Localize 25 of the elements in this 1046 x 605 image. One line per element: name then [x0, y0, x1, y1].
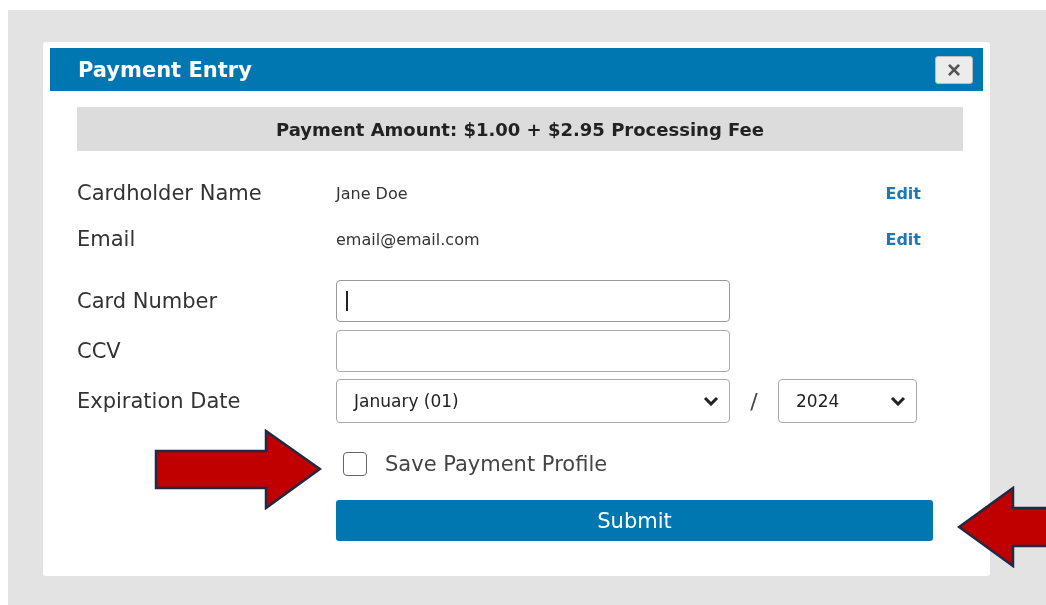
arrow-left-icon — [957, 486, 1046, 568]
year-select[interactable]: 2024 — [778, 379, 917, 423]
month-select[interactable]: January (01) — [336, 379, 730, 423]
text-cursor — [346, 291, 348, 311]
edit-link[interactable]: Edit — [885, 229, 921, 249]
submit-button[interactable]: Submit — [336, 500, 933, 541]
close-button[interactable]: × — [935, 55, 973, 84]
payment-amount-banner: Payment Amount: $1.00 + $2.95 Processing Fee — [77, 107, 963, 151]
field-label: CCV — [77, 339, 122, 363]
field-value: Jane Doe — [336, 183, 409, 203]
arrow-right-icon — [154, 429, 322, 510]
dialog-title: Payment Entry — [78, 57, 252, 82]
field-value: email@email.com — [336, 229, 481, 249]
chevron-down-icon — [703, 396, 719, 406]
field-label: Card Number — [77, 289, 219, 313]
checkbox-label: Save Payment Profile — [385, 452, 608, 476]
chevron-down-icon — [890, 396, 906, 406]
date-separator: / — [749, 388, 759, 414]
edit-link[interactable]: Edit — [885, 183, 921, 203]
field-label: Cardholder Name — [77, 181, 263, 205]
card-number-field[interactable] — [336, 280, 730, 322]
ccv-field[interactable] — [336, 330, 730, 372]
field-label: Expiration Date — [77, 389, 242, 413]
field-label: Email — [77, 227, 137, 251]
save-profile-checkbox[interactable] — [343, 452, 367, 476]
